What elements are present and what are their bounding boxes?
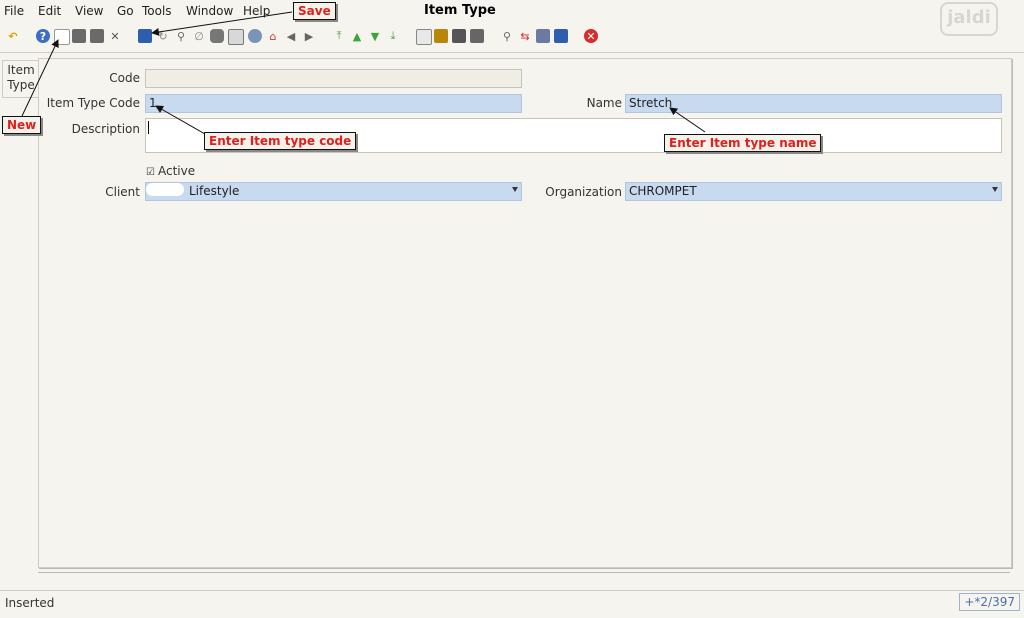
enter-name-callout: Enter Item type name (664, 134, 822, 152)
new-arrow (21, 39, 59, 117)
status-bar: Inserted +*2/397 (0, 590, 1024, 618)
name-arrow (669, 107, 706, 133)
save-callout: Save (293, 2, 336, 20)
annotation-arrows (21, 11, 706, 135)
code-arrow (155, 105, 206, 135)
save-arrow (151, 11, 293, 36)
enter-code-callout: Enter Item type code (204, 132, 357, 150)
record-indicator[interactable]: +*2/397 (959, 593, 1020, 611)
status-text: Inserted (5, 596, 55, 610)
new-callout: New (2, 116, 42, 134)
